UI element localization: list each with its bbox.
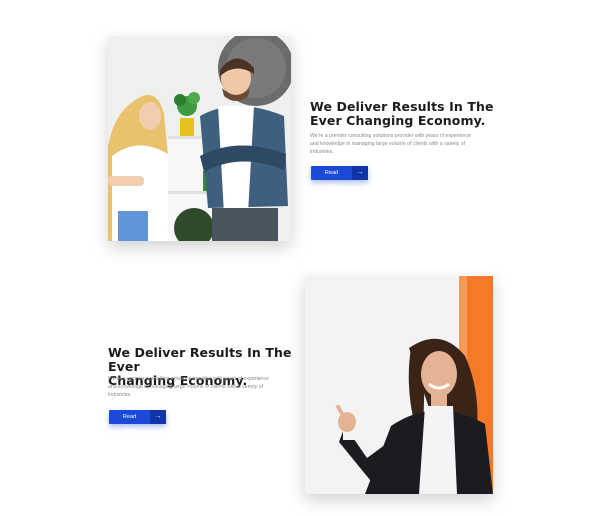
feature-bottom-read-more-button[interactable]: Read More →: [109, 410, 166, 434]
heading-line: We Deliver Results In The Ever: [108, 345, 292, 374]
description-line: We're a premier consulting solutions pro…: [108, 376, 269, 382]
feature-bottom-description: We're a premier consulting solutions pro…: [108, 375, 303, 400]
heading-line: We Deliver Results In The: [310, 99, 494, 114]
arrow-right-icon: →: [150, 410, 166, 424]
description-line: We're a premier consulting solutions pro…: [310, 133, 471, 139]
feature-top-read-more-button[interactable]: Read More →: [311, 166, 368, 190]
feature-bottom-photo: [305, 276, 493, 494]
heading-line: Ever Changing Economy.: [310, 113, 486, 128]
description-line: industries.: [108, 392, 132, 399]
description-line: and knowledge in managing large volume o…: [108, 384, 264, 391]
colleagues-illustration: [108, 36, 291, 241]
read-more-label: Read More: [324, 170, 339, 190]
feature-top-photo: [108, 36, 291, 241]
feature-top-heading: We Deliver Results In The Ever Changing …: [310, 100, 520, 128]
read-more-label: Read More: [122, 414, 137, 434]
businesswoman-illustration: [305, 276, 493, 494]
feature-top-description: We're a premier consulting solutions pro…: [310, 132, 510, 157]
arrow-right-icon: →: [352, 166, 368, 180]
description-line: industries.: [310, 149, 334, 156]
description-line: and knowledge in managing large volume o…: [310, 141, 466, 148]
